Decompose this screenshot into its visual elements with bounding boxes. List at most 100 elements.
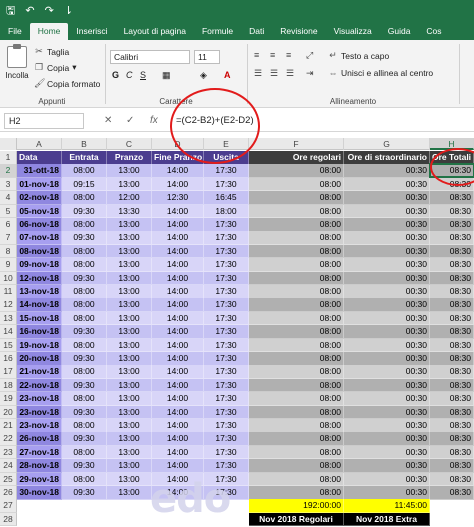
row-number[interactable]: 6 (0, 218, 17, 232)
cell-d[interactable]: 14:00 (152, 486, 204, 500)
cell-g[interactable]: 00:30 (344, 191, 430, 205)
row-number[interactable]: 20 (0, 405, 17, 420)
cell-c[interactable]: 13:00 (107, 258, 152, 272)
cell-c[interactable]: 13:00 (107, 459, 152, 473)
fill-color-icon[interactable]: ◈ (200, 70, 207, 81)
cell-a[interactable]: 01-nov-18 (17, 177, 62, 192)
cell-f[interactable]: 08:00 (249, 177, 344, 192)
cell-c[interactable]: 13:00 (107, 445, 152, 460)
cell-e[interactable]: 17:30 (204, 338, 249, 353)
cell-g[interactable]: 00:30 (344, 177, 430, 192)
cell-d[interactable]: 14:00 (152, 231, 204, 245)
row-number[interactable]: 5 (0, 204, 17, 219)
cell-f[interactable]: 08:00 (249, 365, 344, 379)
cell-c[interactable]: Pranzo (107, 151, 152, 165)
cell-a[interactable]: 23-nov-18 (17, 405, 62, 420)
cell-a[interactable]: 19-nov-18 (17, 338, 62, 353)
cell-g[interactable]: 00:30 (344, 405, 430, 420)
cell-a[interactable]: 08-nov-18 (17, 244, 62, 259)
cell-e[interactable]: 17:30 (204, 419, 249, 433)
cell-h[interactable]: 08:30 (430, 258, 474, 272)
font-size-select[interactable]: 11 (194, 50, 220, 64)
select-all-corner[interactable] (0, 138, 17, 150)
cell-c[interactable]: 13:00 (107, 298, 152, 312)
row-number[interactable]: 3 (0, 177, 17, 192)
cell-a[interactable]: 20-nov-18 (17, 352, 62, 366)
cell-g[interactable]: 00:30 (344, 378, 430, 393)
cell-d[interactable]: 14:00 (152, 405, 204, 420)
merge-center-button[interactable]: ⇔ Unisci e allinea al centro (328, 68, 434, 78)
font-color-icon[interactable]: A (224, 70, 231, 80)
cell-g[interactable]: 00:30 (344, 311, 430, 326)
cell-h[interactable]: 08:30 (430, 392, 474, 406)
redo-icon[interactable]: ↷ (45, 5, 54, 17)
cell-g[interactable]: 00:30 (344, 285, 430, 299)
cell-b[interactable]: 08:00 (62, 338, 107, 353)
column-header-g[interactable]: G (344, 138, 430, 150)
cell-c[interactable]: 13:00 (107, 365, 152, 379)
cell-d[interactable]: 14:00 (152, 365, 204, 379)
cell-d[interactable]: 14:00 (152, 298, 204, 312)
cell-f[interactable]: 08:00 (249, 298, 344, 312)
cell-d[interactable]: 14:00 (152, 392, 204, 406)
cell-b[interactable]: 08:00 (62, 472, 107, 487)
cell-a[interactable]: 28-nov-18 (17, 459, 62, 473)
cell-d[interactable]: 14:00 (152, 311, 204, 326)
cell-h[interactable]: 08:30 (430, 298, 474, 312)
cell-b[interactable]: 08:00 (62, 419, 107, 433)
cell-h[interactable]: Ore Totali (430, 151, 474, 165)
row-number[interactable]: 13 (0, 311, 17, 326)
cell-b[interactable]: 09:30 (62, 378, 107, 393)
cell-f[interactable]: 08:00 (249, 378, 344, 393)
cell-f[interactable]: 08:00 (249, 472, 344, 487)
cell-g[interactable]: 00:30 (344, 271, 430, 286)
row-number[interactable]: 21 (0, 419, 17, 433)
cell-g[interactable]: 00:30 (344, 432, 430, 446)
column-header-f[interactable]: F (249, 138, 344, 150)
save-icon[interactable]: 🖫 (6, 5, 15, 17)
cell-c[interactable]: 13:00 (107, 419, 152, 433)
cell-a[interactable]: 02-nov-18 (17, 191, 62, 205)
insert-function-icon[interactable]: fx (150, 115, 158, 126)
cell-c[interactable]: 13:00 (107, 432, 152, 446)
tab-data[interactable]: Dati (241, 23, 272, 40)
cell-e[interactable]: 17:30 (204, 177, 249, 192)
cell-g[interactable]: 00:30 (344, 352, 430, 366)
cell-h[interactable]: 08:30 (430, 378, 474, 393)
cell-c[interactable]: 13:00 (107, 285, 152, 299)
tab-review[interactable]: Revisione (272, 23, 325, 40)
cell-e[interactable]: 17:30 (204, 218, 249, 232)
cell-f[interactable]: 08:00 (249, 164, 344, 178)
tab-file[interactable]: File (0, 23, 30, 40)
cell-g[interactable]: 00:30 (344, 231, 430, 245)
cell-a[interactable]: 14-nov-18 (17, 298, 62, 312)
orientation-icon[interactable]: ⤢ (306, 50, 313, 61)
cell-b[interactable]: 08:00 (62, 164, 107, 178)
cell-f[interactable]: 08:00 (249, 271, 344, 286)
cell-b[interactable]: 08:00 (62, 258, 107, 272)
cell-h[interactable]: 08:30 (430, 338, 474, 353)
name-box[interactable]: H2 (4, 113, 84, 129)
row-number[interactable]: 27 (0, 499, 17, 513)
cell-h[interactable]: 08:30 (430, 432, 474, 446)
cell-g[interactable]: 11:45:00 (344, 499, 430, 513)
cell-c[interactable]: 13:00 (107, 472, 152, 487)
enter-icon[interactable]: ✓ (126, 115, 134, 126)
cell-b[interactable]: 09:15 (62, 177, 107, 192)
tab-page-layout[interactable]: Layout di pagina (116, 23, 194, 40)
row-number[interactable]: 24 (0, 459, 17, 473)
cell-f[interactable]: 08:00 (249, 338, 344, 353)
tab-tell-me[interactable]: Cos (418, 23, 449, 40)
cell-g[interactable]: Ore di straordinario (344, 151, 430, 165)
cell-e[interactable]: 17:30 (204, 285, 249, 299)
cell-e[interactable]: 17:30 (204, 311, 249, 326)
cell-e[interactable]: 17:30 (204, 352, 249, 366)
cell-b[interactable]: 09:30 (62, 271, 107, 286)
cell-e[interactable]: 17:30 (204, 459, 249, 473)
cell-a[interactable]: 05-nov-18 (17, 204, 62, 219)
row-number[interactable]: 9 (0, 258, 17, 272)
cell-e[interactable]: Uscita (204, 151, 249, 165)
cell-h[interactable]: 08:30 (430, 311, 474, 326)
cell-d[interactable]: 14:00 (152, 445, 204, 460)
cell-g[interactable]: 00:30 (344, 244, 430, 259)
